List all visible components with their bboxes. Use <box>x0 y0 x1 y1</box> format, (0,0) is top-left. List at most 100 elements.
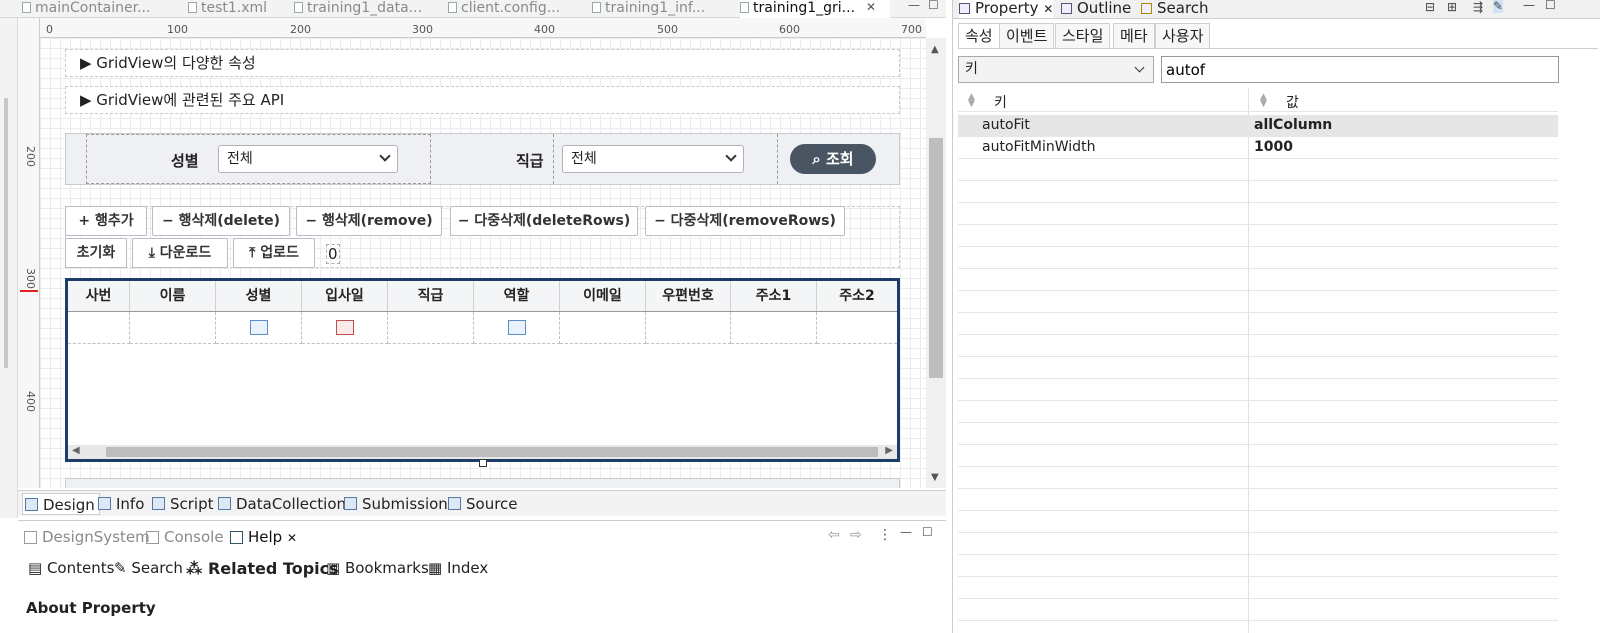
help-search-link[interactable]: ✎ Search <box>114 559 183 577</box>
help-contents-link[interactable]: ▤ Contents <box>28 559 114 577</box>
scroll-left-icon[interactable]: ◀ <box>72 445 80 456</box>
delete-row-button[interactable]: − 행삭제(delete) <box>152 206 290 236</box>
close-tab-icon[interactable]: ✕ <box>866 0 876 14</box>
grid-header[interactable]: 직급 <box>388 281 474 311</box>
property-panel: Property ✕ Outline Search ⊟ ⊞ ⇶ ✎ — ☐ 속성… <box>952 0 1600 633</box>
editor-tab-bar: mainContainer... test1.xml training1_dat… <box>0 0 946 18</box>
grid-cell[interactable] <box>731 312 817 344</box>
tab-meta[interactable]: 메타 <box>1113 23 1155 49</box>
column-key-header[interactable]: 키 <box>994 92 1007 112</box>
property-row[interactable]: autoFit allColumn <box>958 115 1558 137</box>
grid-cell[interactable] <box>68 312 130 344</box>
delete-rows-button[interactable]: − 다중삭제(deleteRows) <box>450 206 638 236</box>
tab-script[interactable]: Script <box>150 493 214 515</box>
editor-tab-training1-inf[interactable]: training1_inf... <box>592 0 720 18</box>
scroll-down-icon[interactable]: ▼ <box>931 472 939 483</box>
tab-console[interactable]: Console <box>144 528 224 546</box>
tab-design[interactable]: Design <box>22 493 100 515</box>
download-button[interactable]: ⤓ 다운로드 <box>132 238 228 268</box>
maximize-icon[interactable]: ☐ <box>928 0 939 12</box>
grid-header[interactable]: 역할 <box>474 281 560 311</box>
accordion-gridview-properties[interactable]: ▶ GridView의 다양한 속성 <box>65 49 900 77</box>
tab-events[interactable]: 이벤트 <box>999 23 1055 49</box>
sort-icon[interactable]: ▲ ▼ <box>1260 93 1267 109</box>
grid-cell[interactable] <box>560 312 646 344</box>
tab-source[interactable]: Source <box>446 493 518 515</box>
grid-header[interactable]: 입사일 <box>302 281 388 311</box>
grid-header[interactable]: 우편번호 <box>646 281 731 311</box>
scroll-right-icon[interactable]: ▶ <box>885 445 893 456</box>
remove-rows-button[interactable]: − 다중삭제(removeRows) <box>645 206 845 236</box>
tab-property[interactable]: Property ✕ <box>959 0 1054 18</box>
help-index-link[interactable]: ▦ Index <box>428 559 488 577</box>
design-canvas[interactable]: ▶ GridView의 다양한 속성 ▶ GridView에 관련된 주요 AP… <box>40 38 926 488</box>
maximize-icon[interactable]: ☐ <box>922 525 933 539</box>
edit-icon[interactable]: ✎ <box>1493 0 1504 13</box>
tab-help[interactable]: Help ✕ <box>228 528 297 546</box>
remove-row-button[interactable]: − 행삭제(remove) <box>296 206 442 236</box>
add-row-button[interactable]: + 행추가 <box>65 206 147 236</box>
maximize-icon[interactable]: ☐ <box>1545 0 1556 12</box>
grid-horizontal-scrollbar[interactable]: ◀ ▶ <box>68 445 897 459</box>
tab-user[interactable]: 사용자 <box>1155 23 1211 49</box>
resize-handle[interactable] <box>479 459 487 467</box>
wrap-icon[interactable]: ⇶ <box>1473 0 1483 14</box>
editor-tab-training1-data[interactable]: training1_data... <box>294 0 424 18</box>
grid-cell[interactable] <box>216 312 302 344</box>
grid-cell[interactable] <box>474 312 560 344</box>
tab-submission[interactable]: Submission <box>342 493 448 515</box>
collapse-all-icon[interactable]: ⊟ <box>1425 0 1435 14</box>
scroll-thumb[interactable] <box>929 138 943 378</box>
reset-button[interactable]: 초기화 <box>65 238 127 268</box>
help-related-topics-link[interactable]: ⁂ Related Topics <box>186 559 339 578</box>
column-value-header[interactable]: 값 <box>1286 92 1299 112</box>
editor-tab-maincontainer[interactable]: mainContainer... <box>22 0 162 18</box>
minimize-icon[interactable]: — <box>1523 0 1535 12</box>
upload-button[interactable]: ⤒ 업로드 <box>233 238 315 268</box>
gender-select[interactable]: 전체 <box>218 145 398 173</box>
grid-header[interactable]: 이름 <box>130 281 216 311</box>
scroll-thumb[interactable] <box>106 447 878 457</box>
close-icon[interactable]: ✕ <box>287 531 297 545</box>
property-value[interactable]: allColumn <box>1254 117 1332 133</box>
gridview[interactable]: 사번 이름 성별 입사일 직급 역할 이메일 우편번호 주소1 주소2 ◀ ▶ <box>65 278 900 462</box>
tab-attributes[interactable]: 속성 <box>958 23 1000 49</box>
sort-icon[interactable]: ▲ ▼ <box>968 93 975 109</box>
grid-cell[interactable] <box>302 312 388 344</box>
tab-search[interactable]: Search <box>1141 0 1209 17</box>
search-icon <box>1141 3 1152 14</box>
rank-select[interactable]: 전체 <box>562 145 744 173</box>
grid-cell[interactable] <box>388 312 474 344</box>
editor-vertical-scrollbar[interactable]: ▲ ▼ <box>926 38 946 488</box>
back-icon[interactable]: ⇦ <box>828 527 840 543</box>
property-value[interactable]: 1000 <box>1254 139 1293 155</box>
minimize-icon[interactable]: — <box>900 525 912 539</box>
minimize-icon[interactable]: — <box>908 0 920 12</box>
grid-header[interactable]: 이메일 <box>560 281 646 311</box>
forward-icon[interactable]: ⇨ <box>850 527 862 543</box>
grid-cell[interactable] <box>817 312 897 344</box>
grid-cell[interactable] <box>130 312 216 344</box>
grid-header[interactable]: 주소2 <box>817 281 897 311</box>
grid-header[interactable]: 주소1 <box>731 281 817 311</box>
close-icon[interactable]: ✕ <box>1043 2 1053 16</box>
editor-tab-test1[interactable]: test1.xml <box>188 0 278 18</box>
grid-cell[interactable] <box>646 312 731 344</box>
tab-info[interactable]: Info <box>96 493 144 515</box>
menu-icon[interactable]: ⋮ <box>878 527 892 543</box>
help-bookmarks-link[interactable]: ▥ Bookmarks <box>326 559 429 577</box>
expand-all-icon[interactable]: ⊞ <box>1447 0 1457 14</box>
accordion-gridview-api[interactable]: ▶ GridView에 관련된 주요 API <box>65 86 900 114</box>
scroll-up-icon[interactable]: ▲ <box>931 44 939 55</box>
filter-key-select[interactable]: 키 <box>958 56 1154 83</box>
grid-header[interactable]: 성별 <box>216 281 302 311</box>
editor-tab-client-config[interactable]: client.config... <box>448 0 576 18</box>
property-row[interactable]: autoFitMinWidth 1000 <box>958 137 1558 159</box>
tab-datacollection[interactable]: DataCollection <box>216 493 346 515</box>
tab-styles[interactable]: 스타일 <box>1055 23 1111 49</box>
search-button[interactable]: ⌕ 조회 <box>790 144 876 174</box>
tab-outline[interactable]: Outline <box>1061 0 1131 17</box>
tab-designsystem[interactable]: DesignSystem <box>22 528 150 546</box>
property-filter-input[interactable] <box>1161 56 1559 83</box>
grid-header[interactable]: 사번 <box>68 281 130 311</box>
